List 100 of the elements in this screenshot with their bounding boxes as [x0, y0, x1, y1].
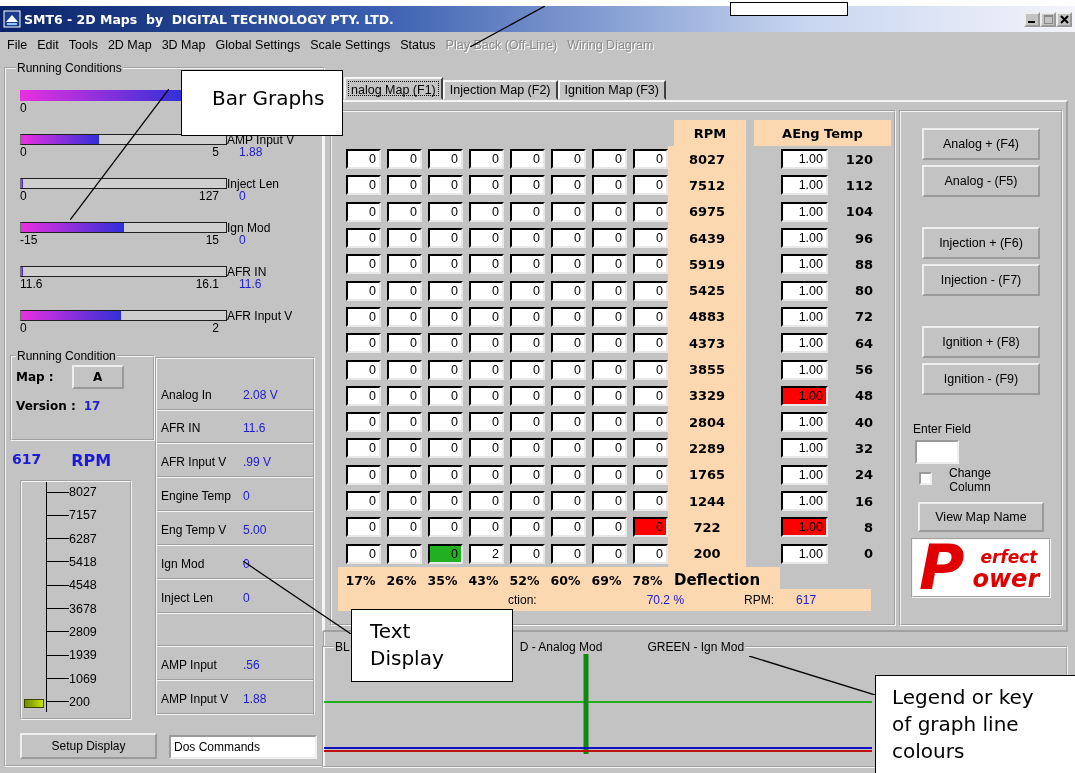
factor-cell[interactable]: 1.00 [781, 333, 828, 354]
map-cell[interactable]: 0 [592, 333, 627, 354]
map-cell[interactable]: 0 [428, 201, 463, 222]
map-cell[interactable]: 0 [551, 228, 586, 249]
map-cell[interactable]: 0 [510, 306, 545, 327]
map-cell[interactable]: 0 [469, 306, 504, 327]
map-cell[interactable]: 0 [510, 543, 545, 564]
map-cell[interactable]: 0 [633, 412, 668, 433]
map-cell[interactable]: 0 [633, 491, 668, 511]
map-cell[interactable]: 0 [387, 149, 422, 170]
map-cell[interactable]: 0 [510, 517, 545, 538]
map-cell[interactable]: 0 [346, 359, 381, 380]
map-cell[interactable]: 0 [633, 175, 668, 196]
map-cell[interactable]: 0 [592, 254, 627, 275]
map-cell[interactable]: 0 [469, 149, 504, 170]
factor-cell[interactable]: 1.00 [781, 280, 828, 301]
tab[interactable]: Ignition Map (F3) [557, 80, 666, 100]
close-button[interactable] [1056, 11, 1072, 27]
map-cell[interactable]: 0 [551, 385, 586, 406]
map-cell[interactable]: 0 [592, 412, 627, 433]
menu-item[interactable]: Edit [32, 37, 64, 52]
map-cell[interactable]: 0 [346, 517, 381, 538]
map-cell[interactable]: 0 [551, 175, 586, 196]
map-cell[interactable]: 0 [510, 491, 545, 511]
map-cell[interactable]: 0 [633, 333, 668, 354]
map-cell[interactable]: 0 [346, 333, 381, 354]
factor-cell[interactable]: 1.00 [781, 201, 828, 222]
map-cell[interactable]: 0 [387, 228, 422, 249]
map-cell[interactable]: 0 [387, 543, 422, 564]
map-cell[interactable]: 0 [510, 228, 545, 249]
map-cell[interactable]: 0 [428, 464, 463, 485]
map-adjust-button[interactable]: Analog - (F5) [922, 165, 1040, 197]
menu-item[interactable]: Tools [63, 37, 103, 52]
map-cell[interactable]: 0 [633, 517, 668, 538]
map-cell[interactable]: 0 [469, 228, 504, 249]
factor-cell[interactable]: 1.00 [781, 175, 828, 196]
map-cell[interactable]: 0 [592, 438, 627, 459]
map-cell[interactable]: 0 [551, 306, 586, 327]
factor-cell[interactable]: 1.00 [781, 306, 828, 327]
map-cell[interactable]: 0 [387, 254, 422, 275]
map-cell[interactable]: 0 [428, 385, 463, 406]
map-cell[interactable]: 0 [592, 359, 627, 380]
factor-cell[interactable]: 1.00 [781, 464, 828, 485]
map-cell[interactable]: 0 [469, 438, 504, 459]
map-cell[interactable]: 0 [346, 254, 381, 275]
view-map-name-button[interactable]: View Map Name [918, 502, 1044, 532]
map-cell[interactable]: 0 [387, 438, 422, 459]
setup-display-button[interactable]: Setup Display [20, 733, 157, 759]
map-cell[interactable]: 0 [469, 175, 504, 196]
map-cell[interactable]: 0 [346, 385, 381, 406]
map-cell[interactable]: 0 [469, 333, 504, 354]
map-cell[interactable]: 0 [633, 201, 668, 222]
menu-item[interactable]: File [2, 37, 33, 52]
map-cell[interactable]: 0 [387, 333, 422, 354]
map-cell[interactable]: 0 [387, 175, 422, 196]
map-cell[interactable]: 0 [428, 438, 463, 459]
map-cell[interactable]: 0 [428, 228, 463, 249]
map-cell[interactable]: 0 [551, 149, 586, 170]
factor-cell[interactable]: 1.00 [781, 149, 828, 170]
map-cell[interactable]: 0 [592, 543, 627, 564]
map-cell[interactable]: 0 [346, 438, 381, 459]
factor-cell[interactable]: 1.00 [781, 491, 828, 511]
map-cell[interactable]: 0 [428, 491, 463, 511]
map-cell[interactable]: 0 [346, 280, 381, 301]
map-adjust-button[interactable]: Injection - (F7) [922, 264, 1040, 296]
map-cell[interactable]: 0 [510, 359, 545, 380]
map-cell[interactable]: 0 [592, 491, 627, 511]
map-cell[interactable]: 0 [551, 201, 586, 222]
map-cell[interactable]: 0 [633, 149, 668, 170]
map-cell[interactable]: 0 [428, 543, 463, 564]
map-cell[interactable]: 0 [387, 280, 422, 301]
map-cell[interactable]: 0 [346, 543, 381, 564]
map-cell[interactable]: 0 [510, 175, 545, 196]
map-cell[interactable]: 0 [592, 464, 627, 485]
map-cell[interactable]: 0 [633, 464, 668, 485]
map-cell[interactable]: 0 [428, 359, 463, 380]
map-cell[interactable]: 0 [428, 280, 463, 301]
enter-field[interactable] [915, 440, 959, 464]
map-cell[interactable]: 0 [551, 543, 586, 564]
map-cell[interactable]: 0 [428, 254, 463, 275]
map-cell[interactable]: 0 [346, 412, 381, 433]
map-cell[interactable]: 0 [469, 359, 504, 380]
map-cell[interactable]: 0 [551, 412, 586, 433]
map-cell[interactable]: 0 [387, 517, 422, 538]
menu-item[interactable]: Status [395, 37, 441, 52]
map-cell[interactable]: 0 [387, 385, 422, 406]
map-cell[interactable]: 0 [387, 464, 422, 485]
map-cell[interactable]: 0 [551, 333, 586, 354]
map-cell[interactable]: 0 [510, 254, 545, 275]
map-cell[interactable]: 0 [633, 359, 668, 380]
factor-cell[interactable]: 1.00 [781, 517, 828, 538]
tab[interactable]: Injection Map (F2) [442, 80, 558, 100]
dos-commands-field[interactable]: Dos Commands [169, 735, 317, 759]
map-adjust-button[interactable]: Ignition - (F9) [922, 363, 1040, 395]
map-cell[interactable]: 0 [510, 201, 545, 222]
map-cell[interactable]: 0 [592, 306, 627, 327]
map-cell[interactable]: 0 [592, 228, 627, 249]
map-cell[interactable]: 0 [551, 517, 586, 538]
map-cell[interactable]: 0 [469, 412, 504, 433]
factor-cell[interactable]: 1.00 [781, 438, 828, 459]
